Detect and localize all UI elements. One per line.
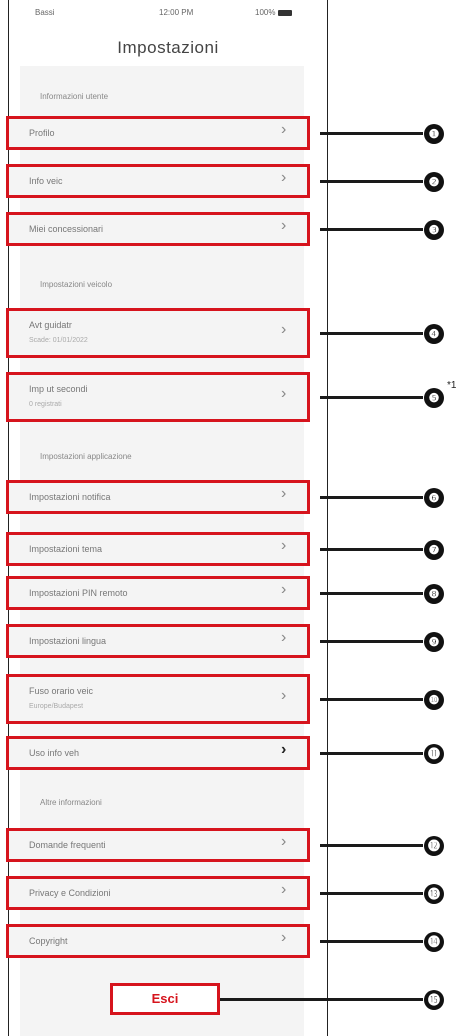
chevron-right-icon: › xyxy=(281,741,287,758)
logout-button[interactable]: Esci xyxy=(110,983,220,1015)
chevron-right-icon: › xyxy=(281,687,287,704)
row-label: Impostazioni lingua xyxy=(29,636,107,646)
section-header-vehicle: Impostazioni veicolo xyxy=(40,280,113,289)
row-label: Uso info veh xyxy=(29,748,80,758)
callout-line xyxy=(320,180,423,183)
callout-line xyxy=(320,228,423,231)
row-sublabel: Scade: 01/01/2022 xyxy=(29,337,88,344)
settings-row-copyright[interactable]: Copyright › xyxy=(6,924,310,958)
row-label: Copyright xyxy=(29,936,68,946)
settings-row-profile[interactable]: Profilo › xyxy=(6,116,310,150)
callout-line xyxy=(320,640,423,643)
chevron-right-icon: › xyxy=(281,169,287,186)
callout-line xyxy=(320,496,423,499)
battery-indicator: 100% xyxy=(255,8,293,17)
callout-number: ⓭ xyxy=(424,884,444,904)
settings-row-timezone[interactable]: Fuso orario veic Europe/Budapest › xyxy=(6,674,310,724)
settings-row-secondary-users[interactable]: Imp ut secondi 0 registrati › xyxy=(6,372,310,422)
row-label: Profilo xyxy=(29,128,55,138)
row-label: Imp ut secondi xyxy=(29,384,88,394)
chevron-right-icon: › xyxy=(281,881,287,898)
callout-line xyxy=(320,752,423,755)
callout-number: ❽ xyxy=(424,584,444,604)
settings-row-faq[interactable]: Domande frequenti › xyxy=(6,828,310,862)
chevron-right-icon: › xyxy=(281,537,287,554)
settings-row-privacy[interactable]: Privacy e Condizioni › xyxy=(6,876,310,910)
row-label: Domande frequenti xyxy=(29,840,106,850)
chevron-right-icon: › xyxy=(281,581,287,598)
callout-number: ❷ xyxy=(424,172,444,192)
callout-number: ⓯ xyxy=(424,990,444,1010)
section-header-personal: Informazioni utente xyxy=(40,92,109,101)
callout-line xyxy=(320,592,423,595)
row-label: Impostazioni notifica xyxy=(29,492,111,502)
callout-number: ⓬ xyxy=(424,836,444,856)
row-label: Impostazioni PIN remoto xyxy=(29,588,128,598)
footnote-marker: *1 xyxy=(447,380,457,391)
time-label: 12:00 PM xyxy=(159,8,194,17)
settings-row-dealers[interactable]: Miei concessionari › xyxy=(6,212,310,246)
battery-label: 100% xyxy=(255,8,276,17)
section-header-more: Altre informazioni xyxy=(40,798,102,807)
settings-row-notifications[interactable]: Impostazioni notifica › xyxy=(6,480,310,514)
callout-number: ❹ xyxy=(424,324,444,344)
callout-line xyxy=(320,396,423,399)
row-sublabel: Europe/Budapest xyxy=(29,703,84,710)
chevron-right-icon: › xyxy=(281,121,287,138)
callout-line xyxy=(320,892,423,895)
callout-number: ❺ xyxy=(424,388,444,408)
section-header-app: Impostazioni applicazione xyxy=(40,452,132,461)
callout-line xyxy=(320,698,423,701)
callout-line xyxy=(320,548,423,551)
callout-number: ❶ xyxy=(424,124,444,144)
settings-row-language[interactable]: Impostazioni lingua › xyxy=(6,624,310,658)
chevron-right-icon: › xyxy=(281,929,287,946)
row-label: Info veic xyxy=(29,176,63,186)
callout-line xyxy=(220,998,423,1001)
chevron-right-icon: › xyxy=(281,321,287,338)
settings-row-vehicle-data-usage[interactable]: Uso info veh › xyxy=(6,736,310,770)
callout-line xyxy=(320,844,423,847)
row-label: Impostazioni tema xyxy=(29,544,103,554)
callout-number: ❻ xyxy=(424,488,444,508)
settings-row-remote-pin[interactable]: Impostazioni PIN remoto › xyxy=(6,576,310,610)
callout-number: ❸ xyxy=(424,220,444,240)
settings-row-theme[interactable]: Impostazioni tema › xyxy=(6,532,310,566)
callout-number: ⓫ xyxy=(424,744,444,764)
callout-number: ⓮ xyxy=(424,932,444,952)
callout-line xyxy=(320,332,423,335)
row-sublabel: 0 registrati xyxy=(29,401,62,408)
row-label: Fuso orario veic xyxy=(29,686,94,696)
chevron-right-icon: › xyxy=(281,833,287,850)
row-label: Privacy e Condizioni xyxy=(29,888,111,898)
callout-number: ❼ xyxy=(424,540,444,560)
chevron-right-icon: › xyxy=(281,385,287,402)
callout-line xyxy=(320,940,423,943)
page-title: Impostazioni xyxy=(117,38,219,57)
callout-number: ❿ xyxy=(424,690,444,710)
callout-line xyxy=(320,132,423,135)
battery-icon xyxy=(278,9,293,16)
status-bar: Bassi 12:00 PM 100% xyxy=(9,0,327,22)
chevron-right-icon: › xyxy=(281,485,287,502)
row-label: Miei concessionari xyxy=(29,224,104,234)
chevron-right-icon: › xyxy=(281,217,287,234)
carrier-label: Bassi xyxy=(35,8,55,17)
callout-number: ❾ xyxy=(424,632,444,652)
chevron-right-icon: › xyxy=(281,629,287,646)
settings-row-driver-auth[interactable]: Avt guidatr Scade: 01/01/2022 › xyxy=(6,308,310,358)
settings-row-vehicle-info[interactable]: Info veic › xyxy=(6,164,310,198)
row-label: Avt guidatr xyxy=(29,320,72,330)
